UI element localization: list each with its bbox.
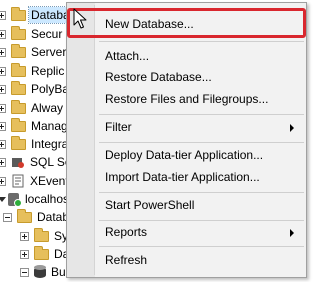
database-icon	[34, 265, 46, 279]
tree-node-label: Manag	[31, 119, 68, 133]
profiler-icon	[11, 174, 25, 188]
menu-item-filter[interactable]: Filter	[69, 116, 304, 138]
folder-icon	[34, 245, 49, 260]
submenu-arrow-icon	[290, 124, 294, 132]
tree-node-label: PolyBa	[31, 82, 70, 96]
expand-icon[interactable]	[0, 10, 6, 20]
expand-icon[interactable]	[20, 249, 29, 259]
tree-node-database-snapshots[interactable]: Da	[0, 244, 69, 264]
tree-node-management[interactable]: Manag	[0, 116, 68, 136]
tree-node-sub-databases[interactable]: Databa	[0, 207, 76, 227]
menu-item-label: Attach...	[105, 49, 150, 63]
tree-node-sql-server-agent[interactable]: SQL Se	[0, 152, 72, 172]
tree-node-label: Integra	[31, 137, 69, 151]
tree-node-label: Server	[31, 45, 67, 59]
context-menu: New Database... Attach... Restore Databa…	[66, 2, 307, 278]
menu-item-label: Import Data-tier Application...	[105, 170, 260, 184]
menu-separator	[99, 192, 304, 193]
tree-node-xevent-profiler[interactable]: XEvent	[0, 171, 69, 191]
menu-item-start-powershell[interactable]: Start PowerShell	[69, 194, 304, 216]
folder-icon	[11, 6, 26, 21]
folder-icon	[11, 25, 26, 40]
expand-icon[interactable]	[0, 84, 6, 94]
menu-item-reports[interactable]: Reports	[69, 221, 304, 243]
tree-node-label: Secur	[31, 27, 63, 41]
folder-icon	[11, 135, 26, 150]
agent-icon	[11, 155, 25, 169]
expand-icon[interactable]	[0, 103, 6, 113]
folder-icon	[11, 62, 26, 77]
tree-node-server-objects[interactable]: Server	[0, 42, 66, 62]
tree-node-server[interactable]: localhost\	[0, 189, 76, 209]
expand-icon[interactable]	[0, 139, 6, 149]
menu-separator	[99, 246, 304, 247]
collapse-icon[interactable]	[20, 267, 29, 277]
expand-icon[interactable]	[0, 66, 6, 76]
menu-item-deploy-data-tier[interactable]: Deploy Data-tier Application...	[69, 144, 304, 166]
mouse-pointer-icon	[73, 8, 87, 29]
collapse-arrow-icon[interactable]	[0, 196, 6, 202]
menu-item-label: Start PowerShell	[105, 198, 195, 212]
menu-separator	[99, 114, 304, 115]
tree-node-always-on[interactable]: Alway	[0, 98, 63, 118]
tree-node-label: XEvent	[30, 174, 69, 188]
expand-icon[interactable]	[0, 176, 6, 186]
folder-icon	[11, 99, 26, 114]
folder-icon	[34, 227, 49, 242]
folder-icon	[11, 117, 26, 132]
menu-item-label: Reports	[105, 225, 148, 239]
menu-item-label: Refresh	[105, 253, 148, 267]
menu-item-restore-files[interactable]: Restore Files and Filegroups...	[69, 88, 304, 110]
menu-item-restore-database[interactable]: Restore Database...	[69, 66, 304, 88]
expand-icon[interactable]	[0, 29, 6, 39]
tree-node-label: Replic	[31, 64, 65, 78]
menu-item-label: Restore Files and Filegroups...	[105, 92, 269, 106]
folder-icon	[17, 208, 32, 223]
menu-item-label: Restore Database...	[105, 70, 212, 84]
expand-icon[interactable]	[20, 231, 29, 241]
menu-item-label: Deploy Data-tier Application...	[105, 148, 264, 162]
menu-item-label: Filter	[105, 120, 132, 134]
tree-node-polybase[interactable]: PolyBa	[0, 79, 69, 99]
annotation-highlight-box	[67, 8, 306, 38]
folder-icon	[11, 80, 26, 95]
tree-node-user-database[interactable]: Bu	[0, 262, 66, 282]
submenu-arrow-icon	[290, 229, 294, 237]
tree-node-system-databases[interactable]: Sys	[0, 226, 74, 246]
menu-separator	[99, 142, 304, 143]
folder-icon	[11, 43, 26, 58]
tree-node-replication[interactable]: Replic	[0, 61, 64, 81]
tree-node-label: Alway	[31, 101, 64, 115]
tree-node-security[interactable]: Secur	[0, 24, 62, 44]
menu-separator	[99, 41, 304, 42]
server-icon	[8, 192, 22, 207]
tree-node-integration[interactable]: Integra	[0, 134, 68, 154]
menu-item-import-data-tier[interactable]: Import Data-tier Application...	[69, 166, 304, 188]
expand-icon[interactable]	[0, 157, 6, 167]
menu-item-attach[interactable]: Attach...	[69, 45, 304, 67]
expand-icon[interactable]	[0, 121, 6, 131]
menu-item-refresh[interactable]: Refresh	[69, 249, 304, 271]
expand-icon[interactable]	[0, 47, 6, 57]
tree-node-label: Bu	[51, 265, 66, 279]
collapse-icon[interactable]	[3, 212, 12, 222]
